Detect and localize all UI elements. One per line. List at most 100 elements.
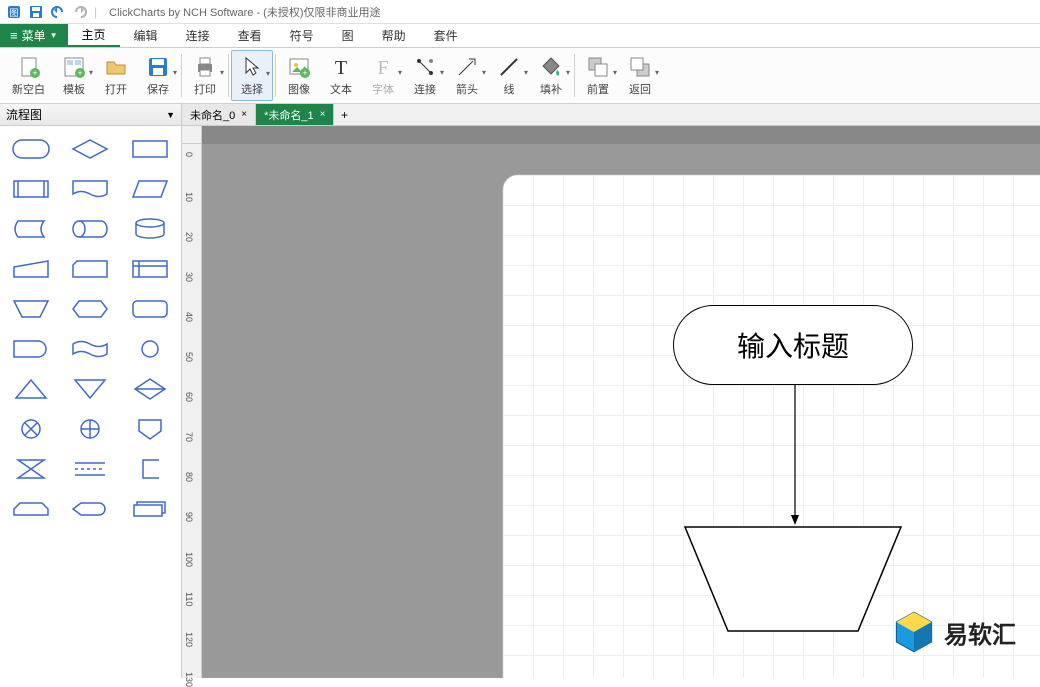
- page: 输入标题: [502, 174, 1040, 678]
- shape-database[interactable]: [126, 212, 174, 246]
- document-tab[interactable]: 未命名_0×: [182, 104, 256, 125]
- chevron-down-icon: ▾: [566, 68, 570, 77]
- toolbar-text-button[interactable]: T文本: [320, 50, 362, 101]
- ribbon-tab-2[interactable]: 连接: [172, 24, 224, 47]
- toolbar-font-button[interactable]: F字体▾: [362, 50, 404, 101]
- toolbar-line-button[interactable]: 线▾: [488, 50, 530, 101]
- shape-merge[interactable]: [66, 372, 114, 406]
- toolbar-open-button[interactable]: 打开: [95, 50, 137, 101]
- toolbar-print-button[interactable]: 打印▾: [184, 50, 226, 101]
- arrow-icon: [455, 55, 479, 79]
- shape-loop-limit[interactable]: [7, 492, 55, 526]
- chevron-down-icon: ▾: [613, 68, 617, 77]
- chevron-down-icon: ▾: [266, 69, 270, 78]
- ribbon-tab-7[interactable]: 套件: [420, 24, 472, 47]
- shape-or[interactable]: [66, 412, 114, 446]
- vertical-ruler: 0102030405060708090100110120130: [182, 144, 202, 678]
- shape-process[interactable]: [126, 132, 174, 166]
- toolbar-arrow-button[interactable]: 箭头▾: [446, 50, 488, 101]
- app-icon: 图: [4, 2, 24, 22]
- chevron-down-icon: ▾: [655, 68, 659, 77]
- shape-card[interactable]: [66, 252, 114, 286]
- save-icon: [146, 55, 170, 79]
- chevron-down-icon: ▾: [524, 68, 528, 77]
- front-icon: [586, 55, 610, 79]
- undo-button[interactable]: [48, 2, 68, 22]
- toolbar-image-button[interactable]: +图像: [278, 50, 320, 101]
- ribbon-tab-5[interactable]: 图: [328, 24, 368, 47]
- toolbar-save-button[interactable]: 保存▾: [137, 50, 179, 101]
- close-tab-icon[interactable]: ×: [320, 109, 326, 120]
- shape-alternate[interactable]: [126, 292, 174, 326]
- toolbar-select-button[interactable]: 选择▾: [231, 50, 273, 101]
- document-tab[interactable]: *未命名_1×: [256, 104, 334, 125]
- shape-transfer[interactable]: [66, 452, 114, 486]
- shape-data[interactable]: [126, 172, 174, 206]
- shape-offpage[interactable]: [126, 412, 174, 446]
- shape-preparation[interactable]: [66, 292, 114, 326]
- ribbon-tab-1[interactable]: 编辑: [120, 24, 172, 47]
- chevron-down-icon: ▾: [89, 68, 93, 77]
- svg-text:+: +: [302, 68, 307, 78]
- shape-tape[interactable]: [66, 332, 114, 366]
- fill-icon: [539, 55, 563, 79]
- shape-direct-data[interactable]: [66, 212, 114, 246]
- toolbar-back-button[interactable]: 返回▾: [619, 50, 661, 101]
- shape-display[interactable]: [66, 492, 114, 526]
- close-tab-icon[interactable]: ×: [241, 109, 247, 120]
- toolbar-fill-button[interactable]: 填补▾: [530, 50, 572, 101]
- ribbon-tab-0[interactable]: 主页: [68, 24, 120, 47]
- shape-panel-header[interactable]: 流程图 ▼: [0, 104, 181, 126]
- toolbar-front-button[interactable]: 前置▾: [577, 50, 619, 101]
- svg-text:T: T: [335, 57, 347, 79]
- image-icon: +: [287, 55, 311, 79]
- manual-operation-node[interactable]: [683, 525, 903, 635]
- shape-sort[interactable]: [126, 372, 174, 406]
- shape-manual-op[interactable]: [7, 292, 55, 326]
- shape-summing[interactable]: [7, 412, 55, 446]
- text-icon: T: [329, 55, 353, 79]
- svg-text:+: +: [77, 68, 82, 78]
- font-icon: F: [371, 55, 395, 79]
- shape-annotation[interactable]: [126, 452, 174, 486]
- shape-internal-storage[interactable]: [126, 252, 174, 286]
- shape-document[interactable]: [66, 172, 114, 206]
- shape-predefined[interactable]: [7, 172, 55, 206]
- toolbar-new-blank-button[interactable]: +新空白: [4, 50, 53, 101]
- shape-collate[interactable]: [7, 452, 55, 486]
- svg-text:+: +: [32, 68, 37, 78]
- new-blank-icon: +: [17, 55, 41, 79]
- select-icon: [240, 55, 264, 79]
- shape-decision[interactable]: [66, 132, 114, 166]
- ruler-corner: [182, 126, 202, 144]
- back-icon: [628, 55, 652, 79]
- toolbar-connect-button[interactable]: 连接▾: [404, 50, 446, 101]
- shape-multi-doc[interactable]: [126, 492, 174, 526]
- chevron-down-icon: ▾: [482, 68, 486, 77]
- ribbon-tab-3[interactable]: 查看: [224, 24, 276, 47]
- shape-stored-data[interactable]: [7, 212, 55, 246]
- chevron-down-icon: ▼: [166, 110, 175, 120]
- chevron-down-icon: ▾: [398, 68, 402, 77]
- save-quick-button[interactable]: [26, 2, 46, 22]
- add-document-tab[interactable]: +: [334, 104, 354, 125]
- redo-button[interactable]: [70, 2, 90, 22]
- ribbon-tab-6[interactable]: 帮助: [368, 24, 420, 47]
- shape-terminator[interactable]: [7, 132, 55, 166]
- menu-button[interactable]: ≡ 菜单 ▼: [0, 24, 68, 47]
- shape-connector[interactable]: [126, 332, 174, 366]
- watermark: 易软汇: [892, 610, 1016, 654]
- chevron-down-icon: ▾: [440, 68, 444, 77]
- terminator-node[interactable]: 输入标题: [673, 305, 913, 385]
- svg-text:F: F: [377, 57, 388, 79]
- ribbon-tab-4[interactable]: 符号: [276, 24, 328, 47]
- shape-delay[interactable]: [7, 332, 55, 366]
- window-title: ClickCharts by NCH Software - (未授权)仅限非商业…: [109, 4, 380, 20]
- shape-extract[interactable]: [7, 372, 55, 406]
- toolbar-template-button[interactable]: +模板▾: [53, 50, 95, 101]
- chevron-down-icon: ▾: [173, 68, 177, 77]
- shape-manual-input[interactable]: [7, 252, 55, 286]
- canvas[interactable]: 输入标题: [202, 144, 1040, 678]
- line-icon: [497, 55, 521, 79]
- connector[interactable]: [791, 385, 799, 530]
